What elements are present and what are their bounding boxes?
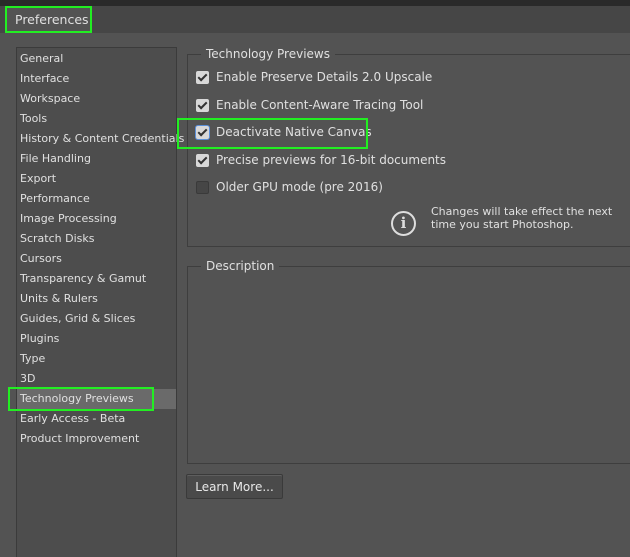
checkbox-label[interactable]: Enable Content-Aware Tracing Tool: [216, 98, 423, 112]
highlight-box: [8, 387, 154, 411]
checkbox[interactable]: [196, 180, 209, 194]
checkbox-label[interactable]: Precise previews for 16-bit documents: [216, 153, 446, 167]
sidebar-item-image-processing[interactable]: Image Processing: [17, 209, 176, 229]
sidebar-item-performance[interactable]: Performance: [17, 189, 176, 209]
description-group: Description: [187, 259, 630, 464]
sidebar-item-transparency-gamut[interactable]: Transparency & Gamut: [17, 269, 176, 289]
sidebar-item-guides-grid-slices[interactable]: Guides, Grid & Slices: [17, 309, 176, 329]
sidebar-item-type[interactable]: Type: [17, 349, 176, 369]
title-bar: [0, 6, 630, 33]
checkbox-row[interactable]: Precise previews for 16-bit documents: [196, 153, 446, 167]
checkbox[interactable]: [196, 98, 209, 112]
sidebar-item-product-improvement[interactable]: Product Improvement: [17, 429, 176, 449]
sidebar-item-3d[interactable]: 3D: [17, 369, 176, 389]
info-text: Changes will take effect the next time y…: [431, 205, 613, 231]
sidebar-item-history-content-credentials[interactable]: History & Content Credentials: [17, 129, 184, 149]
sidebar-item-early-access-beta[interactable]: Early Access - Beta: [17, 409, 176, 429]
sidebar-item-cursors[interactable]: Cursors: [17, 249, 176, 269]
sidebar-item-plugins[interactable]: Plugins: [17, 329, 176, 349]
sidebar-item-workspace[interactable]: Workspace: [17, 89, 176, 109]
checkbox[interactable]: [196, 153, 209, 167]
sidebar-item-interface[interactable]: Interface: [17, 69, 176, 89]
sidebar-item-file-handling[interactable]: File Handling: [17, 149, 176, 169]
highlight-box: [177, 118, 368, 149]
checkbox-row[interactable]: Enable Content-Aware Tracing Tool: [196, 98, 423, 112]
sidebar-item-export[interactable]: Export: [17, 169, 176, 189]
sidebar-item-units-rulers[interactable]: Units & Rulers: [17, 289, 176, 309]
description-title: Description: [201, 259, 280, 273]
checkbox[interactable]: [196, 70, 209, 84]
window-title: Preferences: [5, 6, 92, 33]
checkbox-label[interactable]: Enable Preserve Details 2.0 Upscale: [216, 70, 432, 84]
checkbox-label[interactable]: Older GPU mode (pre 2016): [216, 180, 383, 194]
info-icon: i: [391, 211, 416, 236]
checkbox-row[interactable]: Older GPU mode (pre 2016): [196, 180, 383, 194]
group-title: Technology Previews: [201, 47, 335, 61]
learn-more-button[interactable]: Learn More...: [186, 474, 283, 499]
sidebar-item-tools[interactable]: Tools: [17, 109, 176, 129]
sidebar-item-general[interactable]: General: [17, 49, 176, 69]
checkbox-row[interactable]: Enable Preserve Details 2.0 Upscale: [196, 70, 432, 84]
sidebar: General Interface Workspace Tools History & …: [16, 47, 184, 557]
sidebar-item-scratch-disks[interactable]: Scratch Disks: [17, 229, 176, 249]
